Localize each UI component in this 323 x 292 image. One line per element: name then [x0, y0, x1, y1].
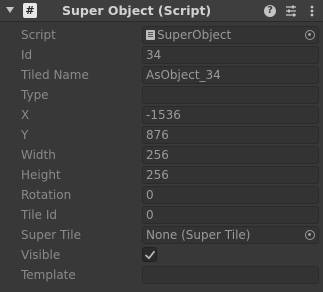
row-y: Y 876	[0, 125, 323, 145]
visible-checkbox[interactable]	[142, 247, 157, 262]
help-icon[interactable]: ?	[263, 3, 277, 19]
field-label: Script	[21, 28, 56, 42]
field-label: Rotation	[21, 188, 72, 202]
row-template: Template	[0, 265, 323, 285]
component-title: Super Object (Script)	[62, 3, 212, 18]
object-picker-icon[interactable]	[305, 230, 315, 240]
component-header[interactable]: # Super Object (Script) ?	[0, 0, 323, 22]
field-label: Id	[21, 48, 33, 62]
row-rotation: Rotation 0	[0, 185, 323, 205]
field-label: Type	[21, 88, 49, 102]
row-tiled-name: Tiled Name AsObject_34	[0, 65, 323, 85]
row-tile-id: Tile Id 0	[0, 205, 323, 225]
row-super-tile: Super Tile None (Super Tile)	[0, 225, 323, 245]
field-label: Height	[21, 168, 61, 182]
inspector-panel: # Super Object (Script) ? Script SuperOb…	[0, 0, 323, 292]
checkmark-icon	[145, 250, 155, 260]
field-label: Template	[21, 268, 76, 282]
chevron-down-icon[interactable]	[6, 7, 14, 13]
field-label: Visible	[21, 248, 61, 262]
id-field[interactable]: 34	[142, 46, 319, 64]
row-script: Script SuperObject	[0, 25, 323, 45]
kebab-menu-icon[interactable]	[305, 3, 319, 19]
field-label: Width	[21, 148, 56, 162]
row-type: Type	[0, 85, 323, 105]
row-x: X -1536	[0, 105, 323, 125]
field-label: Tile Id	[21, 208, 57, 222]
field-list: Script SuperObject Id 34 Tiled Name AsOb…	[0, 25, 323, 285]
script-value: SuperObject	[157, 28, 232, 42]
field-label: X	[21, 108, 30, 122]
row-visible: Visible	[0, 245, 323, 265]
field-label: Tiled Name	[21, 68, 89, 82]
x-field[interactable]: -1536	[142, 106, 319, 124]
field-label: Super Tile	[21, 228, 81, 242]
width-field[interactable]: 256	[142, 146, 319, 164]
super-tile-value: None (Super Tile)	[146, 228, 251, 242]
script-icon: #	[23, 3, 37, 18]
super-tile-field[interactable]: None (Super Tile)	[142, 226, 319, 244]
height-field[interactable]: 256	[142, 166, 319, 184]
script-asset-icon	[146, 30, 155, 40]
tile-id-field[interactable]: 0	[142, 206, 319, 224]
row-height: Height 256	[0, 165, 323, 185]
tiled-name-field[interactable]: AsObject_34	[142, 66, 319, 84]
help-glyph: ?	[264, 5, 276, 17]
sliders-icon[interactable]	[284, 3, 298, 19]
field-label: Y	[21, 128, 29, 142]
script-field[interactable]: SuperObject	[142, 26, 319, 44]
row-id: Id 34	[0, 45, 323, 65]
object-picker-icon[interactable]	[305, 30, 315, 40]
row-width: Width 256	[0, 145, 323, 165]
rotation-field[interactable]: 0	[142, 186, 319, 204]
type-field[interactable]	[142, 86, 319, 104]
template-field[interactable]	[142, 266, 319, 284]
y-field[interactable]: 876	[142, 126, 319, 144]
